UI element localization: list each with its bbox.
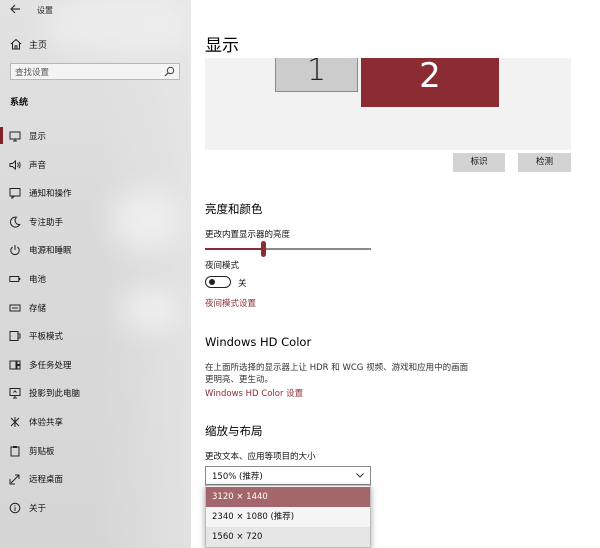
sidebar-item-sound[interactable]: 声音 [0,153,191,182]
sidebar-item-tablet-mode[interactable]: 平板模式 [0,324,191,353]
scale-dropdown[interactable]: 150% (推荐) [205,466,371,485]
sidebar-item-label: 远程桌面 [29,475,64,486]
display-arrangement: 1 2 [205,58,571,150]
brightness-slider[interactable] [205,241,371,257]
storage-icon [9,304,21,312]
sidebar-item-focus-assist[interactable]: 专注助手 [0,210,191,239]
monitor-1[interactable]: 1 [275,58,358,92]
tablet-icon [9,331,21,342]
speaker-icon [9,159,21,170]
sidebar-item-label: 存储 [29,303,47,314]
battery-icon [9,275,21,282]
scale-section-title: 缩放与布局 [205,424,263,438]
sidebar-item-shared-experiences[interactable]: 体验共享 [0,410,191,439]
detect-button[interactable]: 检测 [518,153,571,172]
sidebar-item-display[interactable]: 显示 [0,124,191,153]
home-label: 主页 [29,41,48,51]
moon-icon [9,216,21,228]
sidebar-item-notifications[interactable]: 通知和操作 [0,181,191,210]
hd-color-description: 在上面所选择的显示器上让 HDR 和 WCG 视频、游戏和应用中的画面更明亮、更… [205,363,469,385]
sidebar-item-label: 电源和睡眠 [29,246,72,257]
power-icon [10,245,20,256]
sidebar-item-battery[interactable]: 电池 [0,267,191,296]
info-icon [9,502,21,514]
search-input[interactable]: 查找设置 [10,63,180,80]
sidebar-item-label: 专注助手 [29,217,64,228]
sidebar-item-label: 平板模式 [29,332,64,343]
sidebar-item-project[interactable]: 投影到此电脑 [0,381,191,410]
sidebar-item-label: 声音 [29,160,47,171]
identify-button[interactable]: 标识 [453,153,505,172]
back-button[interactable] [7,3,23,17]
remote-desktop-icon [9,474,20,485]
brightness-section-title: 亮度和颜色 [205,202,263,216]
sidebar-item-remote-desktop[interactable]: 远程桌面 [0,467,191,496]
active-indicator [0,127,3,144]
back-arrow-icon [10,4,20,14]
display-icon [9,131,21,142]
scale-value: 150% (推荐) [212,472,263,482]
share-icon [10,416,20,427]
sidebar-item-label: 显示 [29,132,47,142]
sidebar-nav: 显示 声音 通知和操作 专注助手 电源和睡眠 电池 存储 平板模式 多任务处理 … [0,124,191,524]
section-title: 系统 [10,98,29,108]
resolution-option[interactable]: 3120 × 1440 [206,487,370,507]
notification-icon [9,188,21,200]
sidebar-item-label: 剪贴板 [29,446,55,457]
night-mode-label: 夜间模式 [205,261,240,271]
night-mode-toggle[interactable] [205,276,231,288]
chevron-down-icon [356,473,364,478]
sidebar-item-multitasking[interactable]: 多任务处理 [0,353,191,382]
sidebar-item-label: 电池 [29,274,47,285]
resolution-dropdown-list: 3120 × 1440 2340 × 1080 (推荐) 1560 × 720 [205,485,371,548]
slider-thumb[interactable] [261,241,266,257]
sidebar-item-about[interactable]: 关于 [0,496,191,525]
app-title: 设置 [37,6,53,15]
monitor-number: 1 [306,58,327,88]
night-mode-state: 关 [238,279,247,289]
sidebar-item-label: 关于 [29,503,47,514]
sidebar-item-label: 投影到此电脑 [29,389,81,400]
scale-label: 更改文本、应用等项目的大小 [205,452,316,462]
sidebar-item-clipboard[interactable]: 剪贴板 [0,439,191,468]
sidebar-item-power[interactable]: 电源和睡眠 [0,238,191,267]
sidebar-item-label: 通知和操作 [29,189,72,200]
search-icon [164,66,175,77]
sidebar: 设置 主页 查找设置 系统 显示 声音 通知和操作 专注助手 电源和睡眠 电池 … [0,0,191,548]
hd-color-title: Windows HD Color [205,335,312,349]
monitor-number: 2 [419,58,441,96]
title-bar: 设置 [0,0,191,22]
brightness-label: 更改内置显示器的亮度 [205,230,291,240]
search-placeholder: 查找设置 [15,68,50,78]
resolution-option[interactable]: 1560 × 720 [206,527,370,547]
resolution-option[interactable]: 2340 × 1080 (推荐) [206,507,370,527]
sidebar-item-label: 体验共享 [29,417,64,428]
main-content: 显示 1 2 标识 检测 亮度和颜色 更改内置显示器的亮度 夜间模式 关 夜间模… [191,0,600,548]
home-icon [10,38,22,50]
sidebar-item-label: 多任务处理 [29,360,72,371]
monitor-2[interactable]: 2 [361,58,499,107]
sidebar-item-storage[interactable]: 存储 [0,296,191,325]
slider-fill [205,248,263,250]
multitask-icon [9,360,21,370]
clipboard-icon [10,445,20,457]
toggle-knob [209,279,215,285]
project-icon [9,388,21,399]
night-mode-settings-link[interactable]: 夜间模式设置 [205,297,256,309]
home-nav-item[interactable]: 主页 [0,34,191,54]
hd-color-settings-link[interactable]: Windows HD Color 设置 [205,387,303,399]
page-title: 显示 [205,36,239,56]
